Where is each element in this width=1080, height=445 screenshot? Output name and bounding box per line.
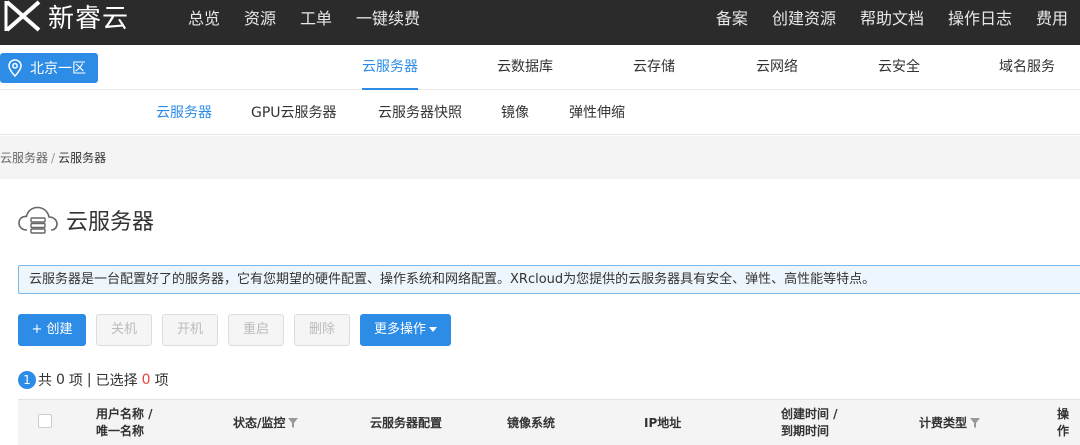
selection-summary: 1 共 0 项 | 已选择 0 项 (18, 370, 169, 390)
subtab-image[interactable]: 镜像 (501, 91, 529, 135)
column-header-status-label: 状态/监控 (233, 415, 286, 430)
subtab-auto-scaling[interactable]: 弹性伸缩 (569, 91, 625, 135)
product-nav: 北京一区 云服务器 云数据库 云存储 云网络 云安全 域名服务 (0, 45, 1080, 90)
column-header-time-line1: 创建时间 / (781, 407, 838, 421)
top-nav: 总览 资源 工单 一键续费 (188, 0, 444, 34)
total-count: 0 (56, 372, 65, 388)
topnav-resources[interactable]: 资源 (244, 5, 276, 29)
column-header-name-line1: 用户名称 / (96, 407, 153, 421)
brand-logo[interactable]: 新睿云 (4, 0, 129, 36)
region-label: 北京一区 (30, 61, 86, 77)
selected-suffix: 项 (154, 373, 169, 389)
column-header-config: 云服务器配置 (370, 415, 443, 430)
column-header-name: 用户名称 / 唯一名称 (96, 400, 153, 445)
breadcrumb-separator: / (51, 151, 56, 165)
total-prefix: 共 (38, 373, 52, 389)
column-header-time: 创建时间 / 到期时间 (781, 400, 838, 445)
column-header-billing[interactable]: 计费类型 (919, 400, 981, 445)
subtab-gpu-server[interactable]: GPU云服务器 (251, 91, 337, 135)
caret-down-icon (429, 327, 437, 332)
tab-cloud-server[interactable]: 云服务器 (362, 45, 418, 90)
breadcrumb-current: 云服务器 (58, 151, 107, 165)
brand-name: 新睿云 (48, 3, 130, 34)
sub-nav: 云服务器 GPU云服务器 云服务器快照 镜像 弹性伸缩 (0, 91, 1080, 135)
tab-domain-service[interactable]: 域名服务 (999, 45, 1055, 90)
delete-button[interactable]: 删除 (294, 314, 350, 346)
page-title: 云服务器 (18, 204, 154, 236)
tab-cloud-network[interactable]: 云网络 (756, 45, 798, 90)
more-actions-button[interactable]: 更多操作 (360, 314, 451, 346)
topnav-billing[interactable]: 费用 (1036, 5, 1068, 29)
top-bar: 新睿云 总览 资源 工单 一键续费 备案 创建资源 帮助文档 操作日志 费用 (0, 0, 1080, 45)
location-pin-icon (8, 59, 22, 77)
tab-cloud-storage[interactable]: 云存储 (633, 45, 675, 90)
cloud-server-icon (18, 206, 58, 234)
topnav-icp-filing[interactable]: 备案 (716, 5, 748, 29)
region-selector[interactable]: 北京一区 (0, 53, 98, 83)
restart-button[interactable]: 重启 (228, 314, 284, 346)
selected-count: 0 (141, 372, 151, 388)
total-suffix: 项 (68, 373, 83, 389)
table-header: 用户名称 / 唯一名称 状态/监控 云服务器配置 镜像系统 IP地址 创建时间 … (18, 399, 1080, 445)
logo-icon (4, 0, 41, 32)
page-title-text: 云服务器 (66, 210, 155, 235)
column-header-name-line2: 唯一名称 (96, 424, 145, 438)
info-banner: 云服务器是一台配置好了的服务器，它有您期望的硬件配置、操作系统和网络配置。XRc… (18, 265, 1080, 294)
selected-prefix: 已选择 (95, 373, 138, 389)
breadcrumb-parent[interactable]: 云服务器 (0, 151, 48, 165)
topnav-create-resource[interactable]: 创建资源 (772, 5, 836, 29)
shutdown-button[interactable]: 关机 (96, 314, 152, 346)
column-header-status[interactable]: 状态/监控 (233, 400, 299, 445)
top-right-nav: 备案 创建资源 帮助文档 操作日志 费用 (692, 0, 1068, 34)
filter-icon[interactable] (970, 418, 981, 428)
column-header-actions: 操作 (1057, 407, 1070, 438)
topnav-help-docs[interactable]: 帮助文档 (860, 5, 924, 29)
column-header-billing-label: 计费类型 (919, 415, 968, 430)
topnav-renew[interactable]: 一键续费 (356, 5, 420, 29)
start-button[interactable]: 开机 (162, 314, 218, 346)
tab-cloud-database[interactable]: 云数据库 (497, 45, 553, 90)
filter-icon[interactable] (288, 418, 299, 428)
breadcrumb-bar: 云服务器 / 云服务器 (0, 136, 1080, 179)
topnav-operation-log[interactable]: 操作日志 (948, 5, 1012, 29)
column-header-ip: IP地址 (644, 415, 682, 430)
select-all-checkbox[interactable] (38, 414, 52, 428)
column-header-time-line2: 到期时间 (781, 424, 830, 438)
breadcrumb: 云服务器 / 云服务器 (0, 149, 106, 166)
topnav-tickets[interactable]: 工单 (300, 5, 332, 29)
info-badge-icon: 1 (18, 371, 36, 389)
create-button[interactable]: + 创建 (18, 314, 86, 346)
subtab-server-snapshot[interactable]: 云服务器快照 (378, 91, 462, 135)
topnav-overview[interactable]: 总览 (188, 5, 220, 29)
tab-cloud-security[interactable]: 云安全 (878, 45, 920, 90)
subtab-cloud-server[interactable]: 云服务器 (156, 91, 212, 135)
more-actions-label: 更多操作 (373, 322, 426, 337)
summary-divider: | (86, 372, 92, 388)
column-header-image: 镜像系统 (507, 415, 556, 430)
